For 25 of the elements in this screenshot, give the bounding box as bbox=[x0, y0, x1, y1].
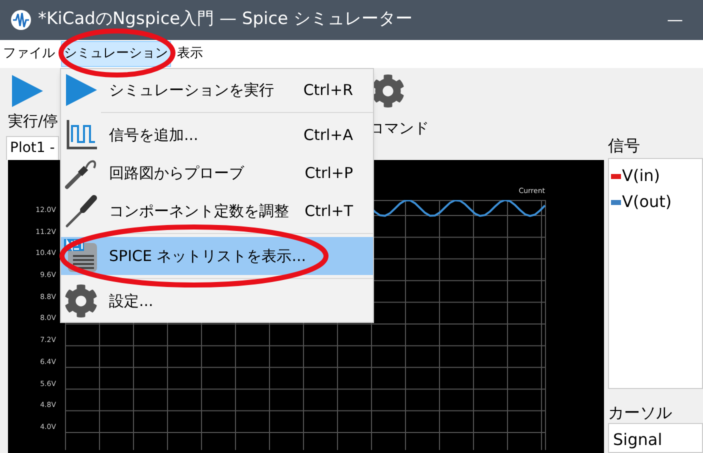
signal-item[interactable]: V(out) bbox=[609, 189, 702, 215]
play-icon bbox=[10, 74, 44, 108]
plot-tab[interactable]: Plot1 - bbox=[6, 136, 59, 160]
menu-item[interactable]: 表示 bbox=[175, 41, 205, 67]
menu-item[interactable]: ファイル bbox=[1, 41, 57, 67]
panel-title: 信号 bbox=[608, 135, 641, 157]
play-icon bbox=[64, 73, 98, 107]
menu-item[interactable]: シミュレーション bbox=[61, 41, 171, 67]
panel-title: カーソル bbox=[608, 402, 673, 423]
toolbar-button[interactable]: 実行/停 bbox=[8, 74, 58, 132]
menu-item[interactable]: SPICE ネットリストを表示... bbox=[61, 237, 373, 275]
square-wave-icon bbox=[64, 118, 98, 152]
menu-item[interactable]: シミュレーションを実行 Ctrl+R bbox=[61, 71, 373, 109]
column-header: Signal bbox=[613, 430, 662, 449]
menu-item[interactable]: 回路図からプローブ Ctrl+P bbox=[61, 154, 373, 192]
window-title: *KiCadのNgspice入門 — Spice シミュレーター bbox=[38, 8, 412, 32]
menu-item[interactable]: 信号を追加... Ctrl+A bbox=[61, 116, 373, 154]
menu-item[interactable]: 設定... bbox=[61, 282, 373, 320]
signal-item[interactable]: V(in) bbox=[609, 163, 702, 189]
menu-item[interactable]: コンポーネント定数を調整 Ctrl+T bbox=[61, 192, 373, 230]
screwdriver-icon bbox=[64, 194, 98, 228]
gear-icon bbox=[371, 74, 406, 108]
gear-icon bbox=[64, 284, 98, 318]
waveform-app-icon bbox=[10, 9, 32, 31]
minimize-button[interactable]: — bbox=[667, 8, 683, 32]
